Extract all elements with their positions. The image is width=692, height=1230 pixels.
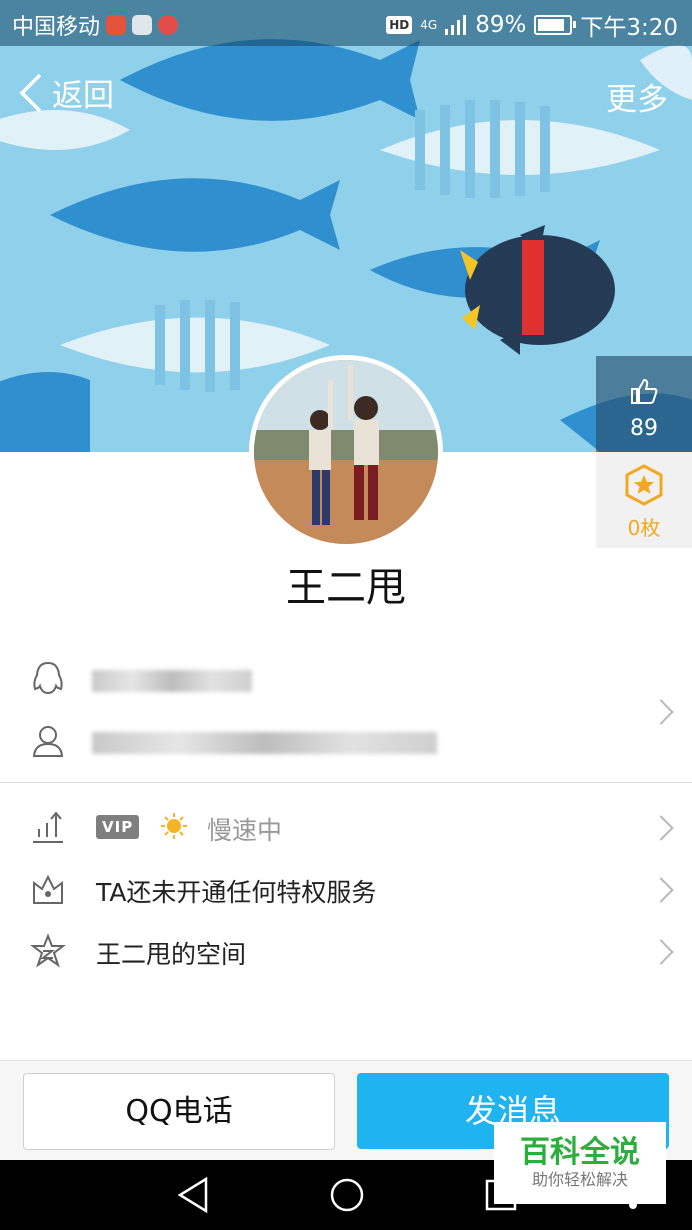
speed-status: 慢速中: [207, 816, 283, 845]
signal-icon: [445, 15, 467, 35]
thumbs-up-icon: [631, 378, 658, 404]
status-bar: 中国移动 HD 4G 89% 下午3:20: [0, 0, 692, 46]
watermark-title: 百科全说: [520, 1135, 640, 1170]
hd-icon: HD: [386, 16, 413, 34]
qzone-text: 王二甩的空间: [96, 940, 247, 969]
carrier-text: 中国移动: [12, 15, 101, 40]
star-medal-icon: [625, 464, 663, 506]
qq-call-button[interactable]: QQ电话: [23, 1073, 335, 1150]
network-type: 4G: [420, 18, 438, 32]
video-app-icon: [106, 15, 127, 35]
battery-percent: 89%: [475, 12, 527, 38]
person-icon: [32, 726, 64, 757]
clock: 下午3:20: [580, 15, 678, 41]
chevron-left-icon: [19, 73, 42, 112]
nickname: 王二甩: [286, 565, 406, 611]
back-button[interactable]: 返回: [18, 70, 114, 115]
nav-home-icon[interactable]: [328, 1176, 366, 1214]
sun-level-icon: [161, 813, 187, 839]
chevron-right-icon: [648, 939, 674, 965]
qzone-row[interactable]: 王二甩的空间: [0, 919, 692, 981]
watermark-subtitle: 助你轻松解决: [531, 1170, 628, 1189]
back-label: 返回: [52, 78, 114, 114]
wechat-icon: [132, 15, 153, 35]
nav-back-icon[interactable]: [176, 1176, 210, 1214]
qq-penguin-icon: [33, 661, 63, 695]
profile-info-row[interactable]: [0, 645, 692, 780]
privilege-row[interactable]: TA还未开通任何特权服务: [0, 857, 692, 919]
like-button[interactable]: 89: [596, 356, 692, 452]
chevron-right-icon: [648, 877, 674, 903]
crown-icon: [33, 874, 63, 904]
qq-number-blurred: [92, 670, 252, 692]
battery-icon: [534, 15, 577, 35]
medal-count: 0枚: [627, 516, 661, 540]
chevron-right-icon: [648, 815, 674, 841]
watermark-logo: 百科全说 助你轻松解决: [494, 1122, 666, 1204]
vip-badge: VIP: [96, 815, 140, 839]
like-count: 89: [630, 416, 658, 441]
qzone-star-icon: [30, 933, 66, 968]
personal-details-blurred: [92, 732, 437, 754]
more-button[interactable]: 更多: [606, 74, 668, 119]
level-up-icon: [33, 811, 63, 843]
news-app-icon: [158, 15, 179, 35]
medal-button[interactable]: 0枚: [596, 452, 692, 548]
avatar-photo: [254, 360, 438, 544]
avatar[interactable]: [249, 355, 443, 549]
divider: [0, 782, 692, 783]
privilege-text: TA还未开通任何特权服务: [96, 878, 377, 907]
chevron-right-icon: [648, 699, 674, 725]
